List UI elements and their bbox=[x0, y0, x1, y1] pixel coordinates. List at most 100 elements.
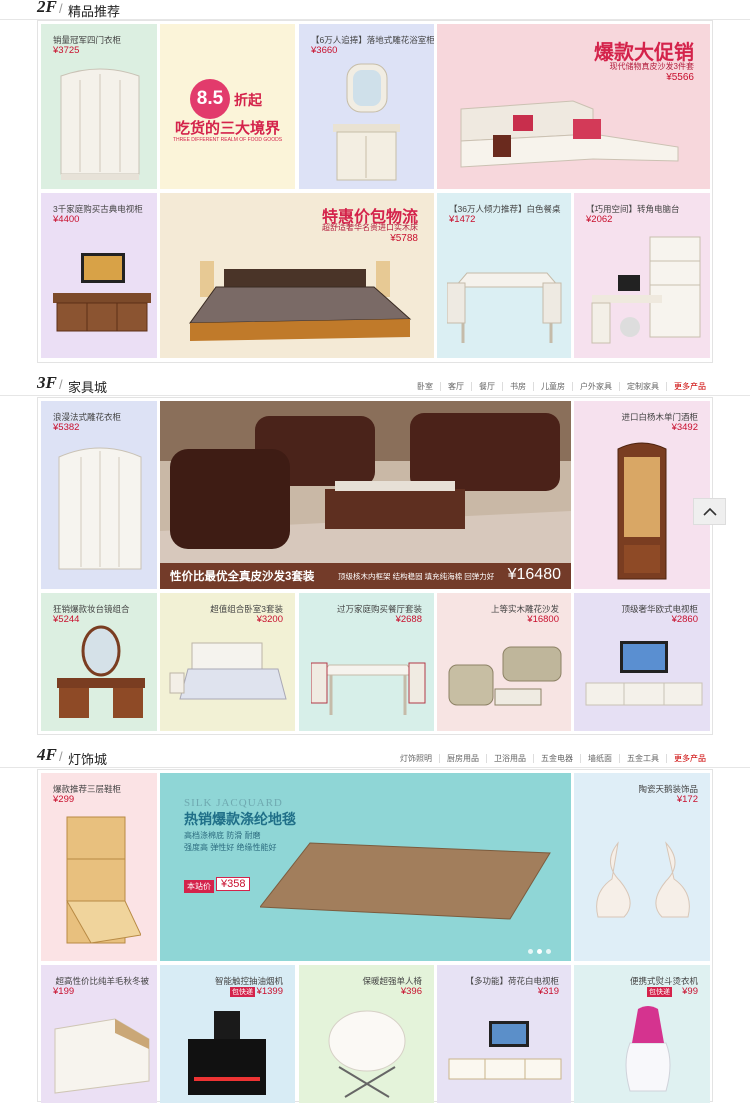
back-to-top-button[interactable] bbox=[693, 498, 726, 525]
promo-sub: THREE DIFFERENT REALM OF FOOD GOODS bbox=[172, 137, 283, 143]
tv-stand-image bbox=[53, 253, 151, 332]
product-price: ¥2688 bbox=[395, 614, 422, 625]
tv-cabinet-image bbox=[585, 641, 703, 706]
product-tile-ceramic-swan[interactable]: 陶瓷天鹅装饰品 ¥172 bbox=[574, 773, 710, 961]
carved-sofa-image bbox=[448, 646, 562, 706]
floor-number: 3F bbox=[37, 373, 57, 392]
banner-caption: 性价比最优全真皮沙发3套装 bbox=[170, 571, 315, 583]
floor-title: 灯饰城 bbox=[68, 752, 108, 767]
product-tile-papasan-chair[interactable]: 保暖超强单人椅 ¥396 bbox=[299, 965, 434, 1103]
product-price: ¥1399 bbox=[256, 986, 283, 997]
product-tile-bedroom-set[interactable]: 超值组合卧室3套装 ¥3200 bbox=[160, 593, 295, 731]
category-nav-4f: 灯饰照明 厨房用品 卫浴用品 五金电器 墙纸面 五金工具 更多产品 bbox=[393, 754, 713, 763]
product-tile-wine-cabinet[interactable]: 进口白杨木单门酒柜 ¥3492 bbox=[574, 401, 710, 589]
product-price: ¥3725 bbox=[53, 45, 80, 56]
product-tile-dining-room-set[interactable]: 过万家庭购买餐厅套装 ¥2688 bbox=[299, 593, 434, 731]
corner-desk-image bbox=[591, 236, 701, 344]
promo-tile-bed[interactable]: 特惠价包物流 超舒适奢华名贵进口实木床 ¥5788 bbox=[160, 193, 434, 358]
shoe-cabinet-image bbox=[66, 816, 141, 944]
carousel-dot[interactable] bbox=[537, 949, 542, 954]
product-price: ¥3200 bbox=[256, 614, 283, 625]
floor-4f-header: 4F / 灯饰城 灯饰照明 厨房用品 卫浴用品 五金电器 墙纸面 五金工具 更多… bbox=[0, 745, 750, 768]
promo-tile-food[interactable]: 8.5 折起 吃货的三大境界 THREE DIFFERENT REALM OF … bbox=[160, 24, 295, 189]
more-products-link[interactable]: 更多产品 bbox=[666, 382, 713, 391]
banner-caption-bar: 性价比最优全真皮沙发3套装 顶级核木内框架 结构稳固 填充纯海棉 回弹力好 ¥1… bbox=[160, 563, 571, 589]
promo-tile-sofa[interactable]: 爆款大促销 现代储物真皮沙发3件套 ¥5566 bbox=[437, 24, 710, 189]
banner-leather-sofa[interactable]: 性价比最优全真皮沙发3套装 顶级核木内框架 结构稳固 填充纯海棉 回弹力好 ¥1… bbox=[160, 401, 571, 589]
product-tile-wool-quilt[interactable]: 超高性价比纯羊毛秋冬被 ¥199 bbox=[41, 965, 157, 1103]
dining-set-image bbox=[447, 272, 562, 343]
free-shipping-tag: 包快递 bbox=[647, 987, 672, 997]
banner-carpet[interactable]: SILK JACQUARD 热销爆款涤纶地毯 高档涤棉底 防滑 耐磨 强度高 弹… bbox=[160, 773, 571, 961]
category-link[interactable]: 书房 bbox=[502, 382, 533, 391]
product-tile-garment-steamer[interactable]: 便携式熨斗烫衣机 包快递 ¥99 bbox=[574, 965, 710, 1103]
quilt-bed-image bbox=[54, 1018, 150, 1094]
category-link[interactable]: 餐厅 bbox=[471, 382, 502, 391]
floor-number: 2F bbox=[37, 0, 57, 16]
promo-headline: 吃货的三大境界 bbox=[174, 120, 280, 137]
product-tile-range-hood[interactable]: 智能触控抽油烟机 包快递 ¥1399 bbox=[160, 965, 295, 1103]
category-link[interactable]: 定制家具 bbox=[619, 382, 666, 391]
wardrobe-image bbox=[58, 447, 142, 570]
bedroom-set-image bbox=[169, 642, 287, 700]
dresser-image bbox=[57, 625, 145, 718]
bathroom-cabinet-image bbox=[333, 63, 400, 181]
product-tile-tv-stand[interactable]: 3千家庭购买古典电视柜 ¥4400 bbox=[41, 193, 157, 358]
product-price: ¥16800 bbox=[527, 614, 559, 625]
product-price: ¥299 bbox=[53, 794, 75, 805]
category-link[interactable]: 卧室 bbox=[410, 382, 440, 391]
category-link[interactable]: 灯饰照明 bbox=[393, 754, 439, 763]
discount-suffix: 折起 bbox=[234, 92, 262, 108]
product-price: ¥3492 bbox=[671, 422, 698, 433]
promo-sub: 现代储物真皮沙发3件套 bbox=[609, 62, 694, 71]
banner-features: 顶级核木内框架 结构稳固 填充纯海棉 回弹力好 bbox=[338, 572, 495, 581]
product-tile-french-wardrobe[interactable]: 浪漫法式雕花衣柜 ¥5382 bbox=[41, 401, 157, 589]
floor-2f-grid: 销量冠军四门衣柜 ¥3725 8.5 折起 吃货的三大境界 THREE DIFF… bbox=[37, 20, 713, 363]
category-link[interactable]: 客厅 bbox=[440, 382, 471, 391]
dining-room-set-image bbox=[311, 662, 426, 715]
product-tile-corner-desk[interactable]: 【巧用空间】转角电脑台 ¥2062 bbox=[574, 193, 710, 358]
category-link[interactable]: 五金工具 bbox=[619, 754, 666, 763]
product-price: ¥99 bbox=[682, 986, 698, 997]
product-tile-white-tv-cabinet[interactable]: 【多功能】荷花白电视柜 ¥319 bbox=[437, 965, 571, 1103]
wardrobe-image bbox=[60, 68, 140, 180]
floor-number: 4F bbox=[37, 745, 57, 764]
product-tile-wardrobe[interactable]: 销量冠军四门衣柜 ¥3725 bbox=[41, 24, 157, 189]
product-price: ¥2860 bbox=[671, 614, 698, 625]
product-price: ¥319 bbox=[537, 986, 559, 997]
product-tile-bathroom-cabinet[interactable]: 【6万人追捧】落地式雕花浴室柜 ¥3660 bbox=[299, 24, 434, 189]
product-price: ¥5382 bbox=[53, 422, 80, 433]
banner-headline: 热销爆款涤纶地毯 bbox=[184, 811, 296, 827]
price-tag-label: 本站价 bbox=[184, 880, 214, 893]
carousel-dots bbox=[528, 949, 551, 954]
category-link[interactable]: 厨房用品 bbox=[439, 754, 486, 763]
product-tile-dining-set[interactable]: 【36万人倾力推荐】白色餐桌 ¥1472 bbox=[437, 193, 571, 358]
category-link[interactable]: 儿童房 bbox=[533, 382, 572, 391]
floor-title: 家具城 bbox=[68, 380, 108, 395]
floor-4f-grid: 爆款推荐三层鞋柜 ¥299 SILK JACQUARD 热销爆款涤纶地毯 高档涤… bbox=[37, 769, 713, 1103]
product-tile-shoe-cabinet[interactable]: 爆款推荐三层鞋柜 ¥299 bbox=[41, 773, 157, 961]
more-products-link[interactable]: 更多产品 bbox=[666, 754, 713, 763]
category-link[interactable]: 五金电器 bbox=[533, 754, 580, 763]
chevron-up-icon bbox=[702, 507, 717, 516]
product-price: ¥396 bbox=[400, 986, 422, 997]
floor-3f-header: 3F / 家具城 卧室 客厅 餐厅 书房 儿童房 户外家具 定制家具 更多产品 bbox=[0, 373, 750, 396]
product-price: ¥2062 bbox=[586, 214, 613, 225]
category-nav-3f: 卧室 客厅 餐厅 书房 儿童房 户外家具 定制家具 更多产品 bbox=[410, 382, 713, 391]
carousel-dot[interactable] bbox=[546, 949, 551, 954]
product-tile-carved-sofa[interactable]: 上等实木雕花沙发 ¥16800 bbox=[437, 593, 571, 731]
category-link[interactable]: 户外家具 bbox=[572, 382, 619, 391]
floor-3f-grid: 浪漫法式雕花衣柜 ¥5382 性价比最优全真皮沙发3套装 顶级核木内框架 结构稳… bbox=[37, 397, 713, 735]
product-price: ¥4400 bbox=[53, 214, 80, 225]
product-tile-dresser[interactable]: 狂销爆款妆台镜组合 ¥5244 bbox=[41, 593, 157, 731]
category-link[interactable]: 墙纸面 bbox=[580, 754, 619, 763]
banner-en-title: SILK JACQUARD bbox=[184, 797, 283, 809]
product-price: ¥3660 bbox=[311, 45, 338, 56]
carpet-image bbox=[260, 842, 551, 920]
category-link[interactable]: 卫浴用品 bbox=[486, 754, 533, 763]
product-tile-tv-cabinet[interactable]: 顶级奢华欧式电视柜 ¥2860 bbox=[574, 593, 710, 731]
discount-badge: 8.5 bbox=[190, 79, 230, 119]
carousel-dot[interactable] bbox=[528, 949, 533, 954]
floor-2f-header: 2F / 精品推荐 bbox=[0, 0, 750, 20]
floor-title: 精品推荐 bbox=[68, 4, 121, 19]
